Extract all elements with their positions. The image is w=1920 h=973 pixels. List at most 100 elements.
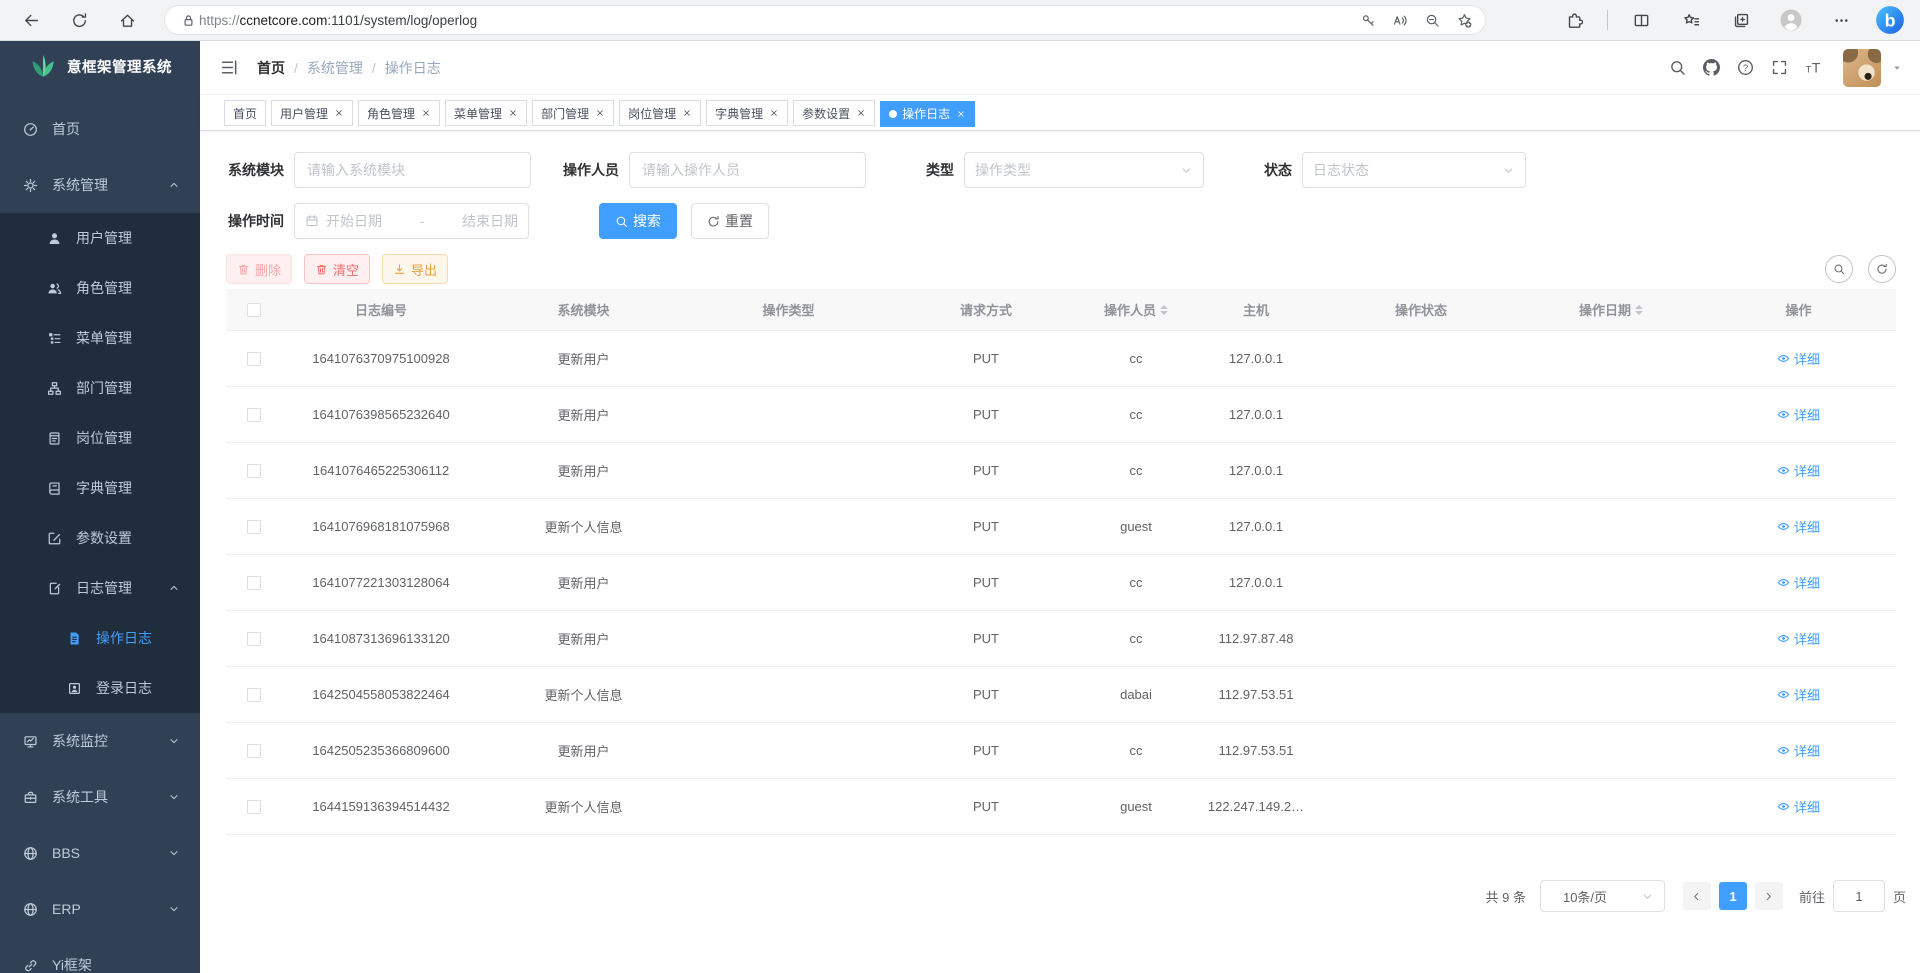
sidebar-item-dashboard[interactable]: 首页 bbox=[0, 101, 200, 157]
detail-link[interactable]: 详细 bbox=[1777, 517, 1820, 536]
tab-home[interactable]: 首页 bbox=[224, 100, 266, 126]
fullscreen-icon[interactable] bbox=[1771, 59, 1788, 76]
breadcrumb-home[interactable]: 首页 bbox=[257, 58, 285, 78]
detail-link[interactable]: 详细 bbox=[1777, 405, 1820, 424]
bing-chat-icon[interactable]: b bbox=[1874, 3, 1906, 37]
close-icon[interactable] bbox=[421, 108, 431, 118]
sidebar-item-globe-2[interactable]: ERP bbox=[0, 881, 200, 937]
row-checkbox[interactable] bbox=[247, 632, 261, 646]
row-checkbox[interactable] bbox=[247, 408, 261, 422]
sidebar-item-gear[interactable]: 系统管理 bbox=[0, 157, 200, 213]
sidebar-item-org-tree[interactable]: 部门管理 bbox=[0, 363, 200, 413]
tab-2[interactable]: 角色管理 bbox=[358, 100, 440, 126]
chevron-down-icon[interactable] bbox=[1892, 63, 1902, 73]
sidebar-item-globe[interactable]: BBS bbox=[0, 825, 200, 881]
tab-3[interactable]: 菜单管理 bbox=[445, 100, 527, 126]
sidebar-item-document[interactable]: 操作日志 bbox=[0, 613, 200, 663]
search-icon[interactable] bbox=[1669, 59, 1686, 76]
back-icon[interactable] bbox=[14, 3, 48, 37]
row-checkbox[interactable] bbox=[247, 464, 261, 478]
key-icon[interactable] bbox=[1353, 3, 1383, 37]
page-1-button[interactable]: 1 bbox=[1719, 882, 1747, 910]
sort-carets-icon[interactable] bbox=[1160, 305, 1168, 315]
close-icon[interactable] bbox=[334, 108, 344, 118]
table-search-toggle-button[interactable] bbox=[1825, 255, 1853, 283]
close-icon[interactable] bbox=[682, 108, 692, 118]
clear-button[interactable]: 清空 bbox=[304, 254, 370, 284]
tab-6[interactable]: 字典管理 bbox=[706, 100, 788, 126]
add-favorite-icon[interactable] bbox=[1449, 3, 1479, 37]
close-icon[interactable] bbox=[769, 108, 779, 118]
sidebar-toggle-icon[interactable] bbox=[220, 58, 239, 77]
more-icon[interactable] bbox=[1824, 3, 1858, 37]
sidebar-item-dictionary[interactable]: 字典管理 bbox=[0, 463, 200, 513]
delete-button[interactable]: 删除 bbox=[226, 254, 292, 284]
date-range-input[interactable]: 开始日期 - 结束日期 bbox=[294, 203, 529, 239]
sidebar-item-badge[interactable]: 岗位管理 bbox=[0, 413, 200, 463]
reset-button[interactable]: 重置 bbox=[691, 203, 769, 239]
read-aloud-icon[interactable] bbox=[1385, 3, 1415, 37]
help-icon[interactable]: ? bbox=[1737, 59, 1754, 76]
row-checkbox[interactable] bbox=[247, 352, 261, 366]
font-size-icon[interactable]: TT bbox=[1805, 59, 1822, 76]
row-checkbox[interactable] bbox=[247, 688, 261, 702]
profile-icon[interactable] bbox=[1774, 3, 1808, 37]
sort-carets-icon[interactable] bbox=[1635, 305, 1643, 315]
row-checkbox[interactable] bbox=[247, 800, 261, 814]
detail-link[interactable]: 详细 bbox=[1777, 349, 1820, 368]
row-checkbox[interactable] bbox=[247, 744, 261, 758]
row-checkbox[interactable] bbox=[247, 576, 261, 590]
column-header-5[interactable]: 操作人员 bbox=[1081, 289, 1191, 331]
favorites-icon[interactable] bbox=[1674, 3, 1708, 37]
next-page-button[interactable] bbox=[1755, 882, 1783, 910]
extensions-icon[interactable] bbox=[1557, 3, 1591, 37]
table-refresh-button[interactable] bbox=[1868, 255, 1896, 283]
prev-page-button[interactable] bbox=[1683, 882, 1711, 910]
sidebar-item-log[interactable]: 日志管理 bbox=[0, 563, 200, 613]
avatar[interactable] bbox=[1843, 49, 1881, 87]
sidebar-item-label: 岗位管理 bbox=[76, 428, 132, 448]
tab-7[interactable]: 参数设置 bbox=[793, 100, 875, 126]
search-button[interactable]: 搜索 bbox=[599, 203, 677, 239]
close-icon[interactable] bbox=[956, 109, 966, 119]
row-checkbox[interactable] bbox=[247, 520, 261, 534]
sidebar-item-toolbox[interactable]: 系统工具 bbox=[0, 769, 200, 825]
select-all-checkbox[interactable] bbox=[247, 303, 261, 317]
detail-link[interactable]: 详细 bbox=[1777, 741, 1820, 760]
sidebar-item-edit[interactable]: 参数设置 bbox=[0, 513, 200, 563]
address-bar[interactable]: https://ccnetcore.com:1101/system/log/op… bbox=[164, 5, 1486, 35]
tab-4[interactable]: 部门管理 bbox=[532, 100, 614, 126]
sidebar-item-link[interactable]: Yi框架 bbox=[0, 937, 200, 973]
detail-link[interactable]: 详细 bbox=[1777, 797, 1820, 816]
close-icon[interactable] bbox=[508, 108, 518, 118]
module-input[interactable] bbox=[294, 152, 531, 188]
detail-link[interactable]: 详细 bbox=[1777, 573, 1820, 592]
tab-1[interactable]: 用户管理 bbox=[271, 100, 353, 126]
github-icon[interactable] bbox=[1703, 59, 1720, 76]
refresh-icon[interactable] bbox=[62, 3, 96, 37]
page-size-select[interactable]: 10条/页 bbox=[1540, 880, 1665, 912]
type-select[interactable]: 操作类型 bbox=[964, 152, 1204, 188]
goto-page-input[interactable] bbox=[1833, 880, 1885, 912]
operator-input[interactable] bbox=[629, 152, 866, 188]
home-icon[interactable] bbox=[110, 3, 144, 37]
split-screen-icon[interactable] bbox=[1624, 3, 1658, 37]
sidebar-item-monitor[interactable]: 系统监控 bbox=[0, 713, 200, 769]
select-all-header-cell bbox=[226, 289, 281, 331]
sidebar-item-login-log[interactable]: 登录日志 bbox=[0, 663, 200, 713]
status-select[interactable]: 日志状态 bbox=[1302, 152, 1526, 188]
close-icon[interactable] bbox=[595, 108, 605, 118]
detail-link[interactable]: 详细 bbox=[1777, 629, 1820, 648]
export-button[interactable]: 导出 bbox=[382, 254, 448, 284]
detail-link[interactable]: 详细 bbox=[1777, 685, 1820, 704]
sidebar-item-menu-list[interactable]: 菜单管理 bbox=[0, 313, 200, 363]
sidebar-item-user[interactable]: 用户管理 bbox=[0, 213, 200, 263]
detail-link[interactable]: 详细 bbox=[1777, 461, 1820, 480]
tab-8[interactable]: 操作日志 bbox=[880, 101, 975, 127]
column-header-8[interactable]: 操作日期 bbox=[1521, 289, 1701, 331]
collections-icon[interactable] bbox=[1724, 3, 1758, 37]
close-icon[interactable] bbox=[856, 108, 866, 118]
tab-5[interactable]: 岗位管理 bbox=[619, 100, 701, 126]
zoom-out-icon[interactable] bbox=[1417, 3, 1447, 37]
sidebar-item-users[interactable]: 角色管理 bbox=[0, 263, 200, 313]
